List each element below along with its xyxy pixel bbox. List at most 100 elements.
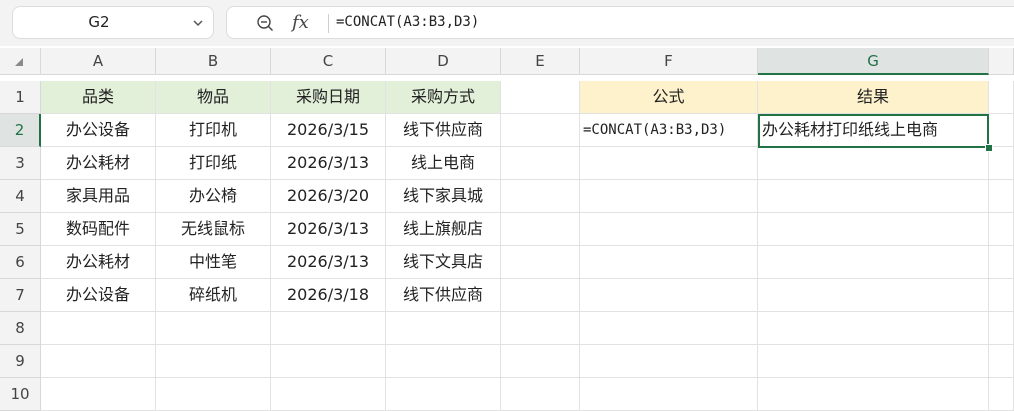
cell-b2[interactable]: 打印机 — [156, 114, 271, 147]
cell-g9[interactable] — [758, 345, 989, 378]
cell-g1[interactable]: 结果 — [758, 81, 989, 114]
cell-e7[interactable] — [501, 279, 580, 312]
row-header-8[interactable]: 8 — [0, 312, 41, 345]
cell-a5[interactable]: 数码配件 — [41, 213, 156, 246]
cell-d9[interactable] — [386, 345, 501, 378]
cell-d4[interactable]: 线下家具城 — [386, 180, 501, 213]
cell-g7[interactable] — [758, 279, 989, 312]
cell-f9[interactable] — [580, 345, 758, 378]
cell-e4[interactable] — [501, 180, 580, 213]
cell-b3[interactable]: 打印纸 — [156, 147, 271, 180]
cell-d5[interactable]: 线上旗舰店 — [386, 213, 501, 246]
column-header-overflow[interactable] — [989, 48, 1014, 75]
row-header-5[interactable]: 5 — [0, 213, 41, 246]
cell-overflow-9[interactable] — [989, 345, 1014, 378]
cell-e6[interactable] — [501, 246, 580, 279]
cell-b1[interactable]: 物品 — [156, 81, 271, 114]
cell-overflow-8[interactable] — [989, 312, 1014, 345]
cell-e2[interactable] — [501, 114, 580, 147]
cell-a2[interactable]: 办公设备 — [41, 114, 156, 147]
cell-b5[interactable]: 无线鼠标 — [156, 213, 271, 246]
cell-b8[interactable] — [156, 312, 271, 345]
cell-overflow-1[interactable] — [989, 81, 1014, 114]
cell-f3[interactable] — [580, 147, 758, 180]
select-all-icon — [15, 58, 23, 66]
cell-f1[interactable]: 公式 — [580, 81, 758, 114]
row-header-3[interactable]: 3 — [0, 147, 41, 180]
cell-a7[interactable]: 办公设备 — [41, 279, 156, 312]
cell-e3[interactable] — [501, 147, 580, 180]
formula-input[interactable]: =CONCAT(A3:B3,D3) — [336, 7, 479, 38]
cell-c8[interactable] — [271, 312, 386, 345]
cell-d7[interactable]: 线下供应商 — [386, 279, 501, 312]
name-box[interactable]: G2 — [12, 6, 214, 39]
cell-f8[interactable] — [580, 312, 758, 345]
cell-overflow-7[interactable] — [989, 279, 1014, 312]
cell-a9[interactable] — [41, 345, 156, 378]
cell-b6[interactable]: 中性笔 — [156, 246, 271, 279]
column-header-b[interactable]: B — [156, 48, 271, 75]
fx-icon[interactable]: fx — [292, 10, 309, 36]
cell-overflow-5[interactable] — [989, 213, 1014, 246]
cell-c7[interactable]: 2026/3/18 — [271, 279, 386, 312]
cell-g4[interactable] — [758, 180, 989, 213]
cell-c2[interactable]: 2026/3/15 — [271, 114, 386, 147]
cell-e1[interactable] — [501, 81, 580, 114]
cell-e9[interactable] — [501, 345, 580, 378]
cell-f7[interactable] — [580, 279, 758, 312]
cell-e8[interactable] — [501, 312, 580, 345]
cell-d8[interactable] — [386, 312, 501, 345]
formula-bar[interactable]: fx =CONCAT(A3:B3,D3) — [226, 6, 1014, 39]
cell-d2[interactable]: 线下供应商 — [386, 114, 501, 147]
cell-f4[interactable] — [580, 180, 758, 213]
name-box-value: G2 — [88, 13, 110, 31]
cell-f6[interactable] — [580, 246, 758, 279]
fill-handle[interactable] — [985, 144, 993, 152]
cell-g2[interactable]: 办公耗材打印纸线上电商 — [758, 114, 989, 147]
cell-c3[interactable]: 2026/3/13 — [271, 147, 386, 180]
cell-f2[interactable]: =CONCAT(A3:B3,D3) — [580, 114, 758, 147]
select-all-corner[interactable] — [0, 48, 41, 75]
row-header-4[interactable]: 4 — [0, 180, 41, 213]
cell-g8[interactable] — [758, 312, 989, 345]
cell-a8[interactable] — [41, 312, 156, 345]
cell-b7[interactable]: 碎纸机 — [156, 279, 271, 312]
cell-g6[interactable] — [758, 246, 989, 279]
column-header-d[interactable]: D — [386, 48, 501, 75]
cell-c9[interactable] — [271, 345, 386, 378]
cell-b4[interactable]: 办公椅 — [156, 180, 271, 213]
cell-g5[interactable] — [758, 213, 989, 246]
cell-c5[interactable]: 2026/3/13 — [271, 213, 386, 246]
zoom-out-icon[interactable] — [256, 14, 274, 32]
cell-a3[interactable]: 办公耗材 — [41, 147, 156, 180]
cell-d1[interactable]: 采购方式 — [386, 81, 501, 114]
formula-divider — [328, 14, 329, 33]
formula-toolbar: G2 fx =CONCAT(A3:B3,D3) — [0, 0, 1014, 46]
cell-g3[interactable] — [758, 147, 989, 180]
cell-overflow-2[interactable] — [989, 114, 1014, 147]
row-header-6[interactable]: 6 — [0, 246, 41, 279]
cell-a1[interactable]: 品类 — [41, 81, 156, 114]
column-header-a[interactable]: A — [41, 48, 156, 75]
column-header-c[interactable]: C — [271, 48, 386, 75]
cell-c4[interactable]: 2026/3/20 — [271, 180, 386, 213]
cell-d6[interactable]: 线下文具店 — [386, 246, 501, 279]
column-header-f[interactable]: F — [580, 48, 758, 75]
cell-f5[interactable] — [580, 213, 758, 246]
cell-d3[interactable]: 线上电商 — [386, 147, 501, 180]
cell-overflow-4[interactable] — [989, 180, 1014, 213]
cell-c1[interactable]: 采购日期 — [271, 81, 386, 114]
cell-a6[interactable]: 办公耗材 — [41, 246, 156, 279]
column-header-e[interactable]: E — [501, 48, 580, 75]
row-header-9[interactable]: 9 — [0, 345, 41, 378]
column-header-g[interactable]: G — [758, 48, 989, 75]
cell-overflow-6[interactable] — [989, 246, 1014, 279]
row-header-1[interactable]: 1 — [0, 81, 41, 114]
chevron-down-icon[interactable] — [191, 16, 205, 30]
cell-c6[interactable]: 2026/3/13 — [271, 246, 386, 279]
cell-a4[interactable]: 家具用品 — [41, 180, 156, 213]
cell-b9[interactable] — [156, 345, 271, 378]
row-header-7[interactable]: 7 — [0, 279, 41, 312]
cell-e5[interactable] — [501, 213, 580, 246]
row-header-2[interactable]: 2 — [0, 114, 41, 147]
